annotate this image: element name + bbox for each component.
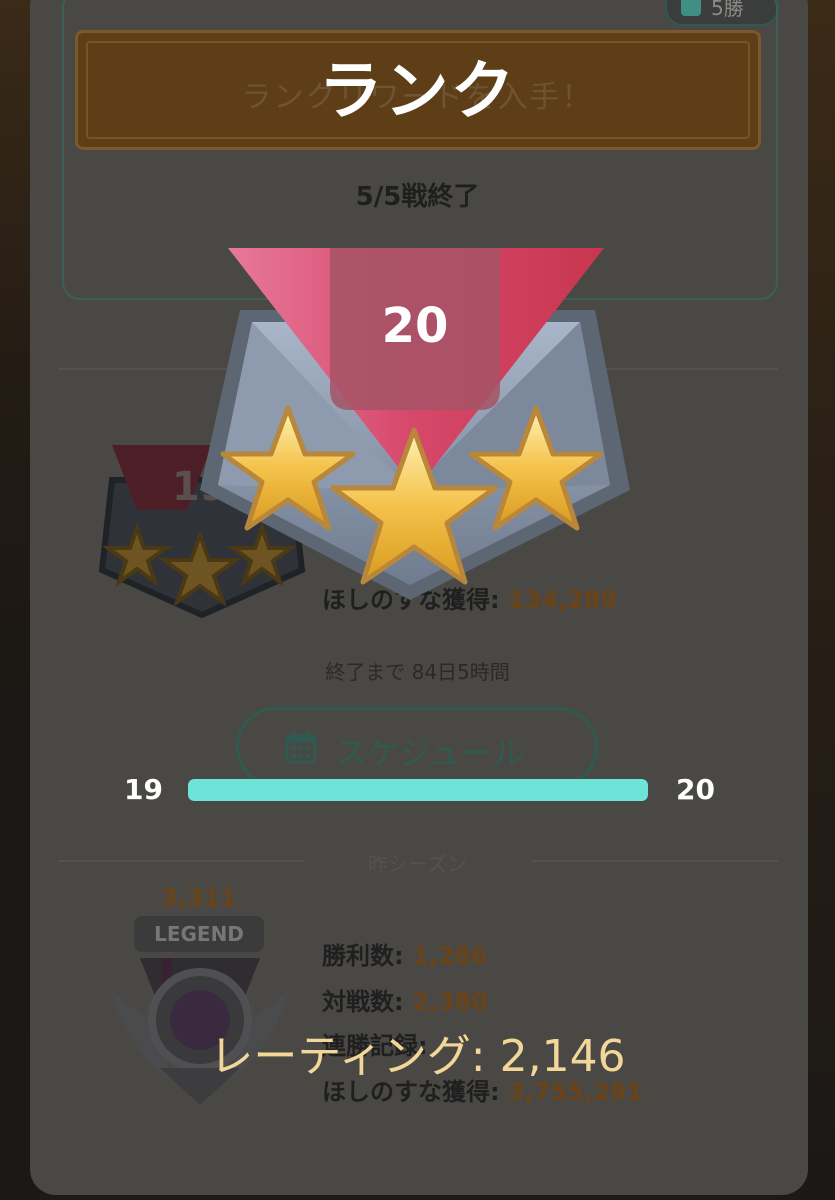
svg-text:20: 20 (382, 298, 449, 354)
rank-progress-fill (188, 779, 648, 801)
schedule-button-label: スケジュール (335, 734, 525, 772)
battles-label: 対戦数: (322, 988, 404, 1016)
last-season-rating: 3,311 (161, 884, 237, 912)
last-season-battles-row: 対戦数: 2,380 (322, 982, 488, 1017)
progress-from-rank: 19 (124, 773, 163, 806)
legend-tier-label: LEGEND (134, 916, 264, 952)
calendar-icon (285, 731, 317, 764)
battles-value: 2,380 (411, 988, 488, 1016)
rank-medal-icon: 20 (200, 248, 630, 600)
battles-done-label: 5/5戦終了 (355, 182, 480, 212)
progress-to-rank: 20 (676, 773, 715, 806)
wins-label: 勝利数: (322, 942, 404, 970)
rank-progress-bar (188, 779, 648, 801)
last-season-heading: 昨シーズン (368, 852, 467, 876)
schedule-button[interactable]: スケジュール (236, 707, 598, 787)
season-time-left: 終了まで 84日5時間 (325, 660, 510, 684)
wins-value: 1,286 (411, 942, 488, 970)
rating-label: レーティング: 2,146 (209, 1031, 626, 1082)
rank-title: ランク (318, 55, 517, 129)
last-season-wins-row: 勝利数: 1,286 (322, 936, 488, 971)
